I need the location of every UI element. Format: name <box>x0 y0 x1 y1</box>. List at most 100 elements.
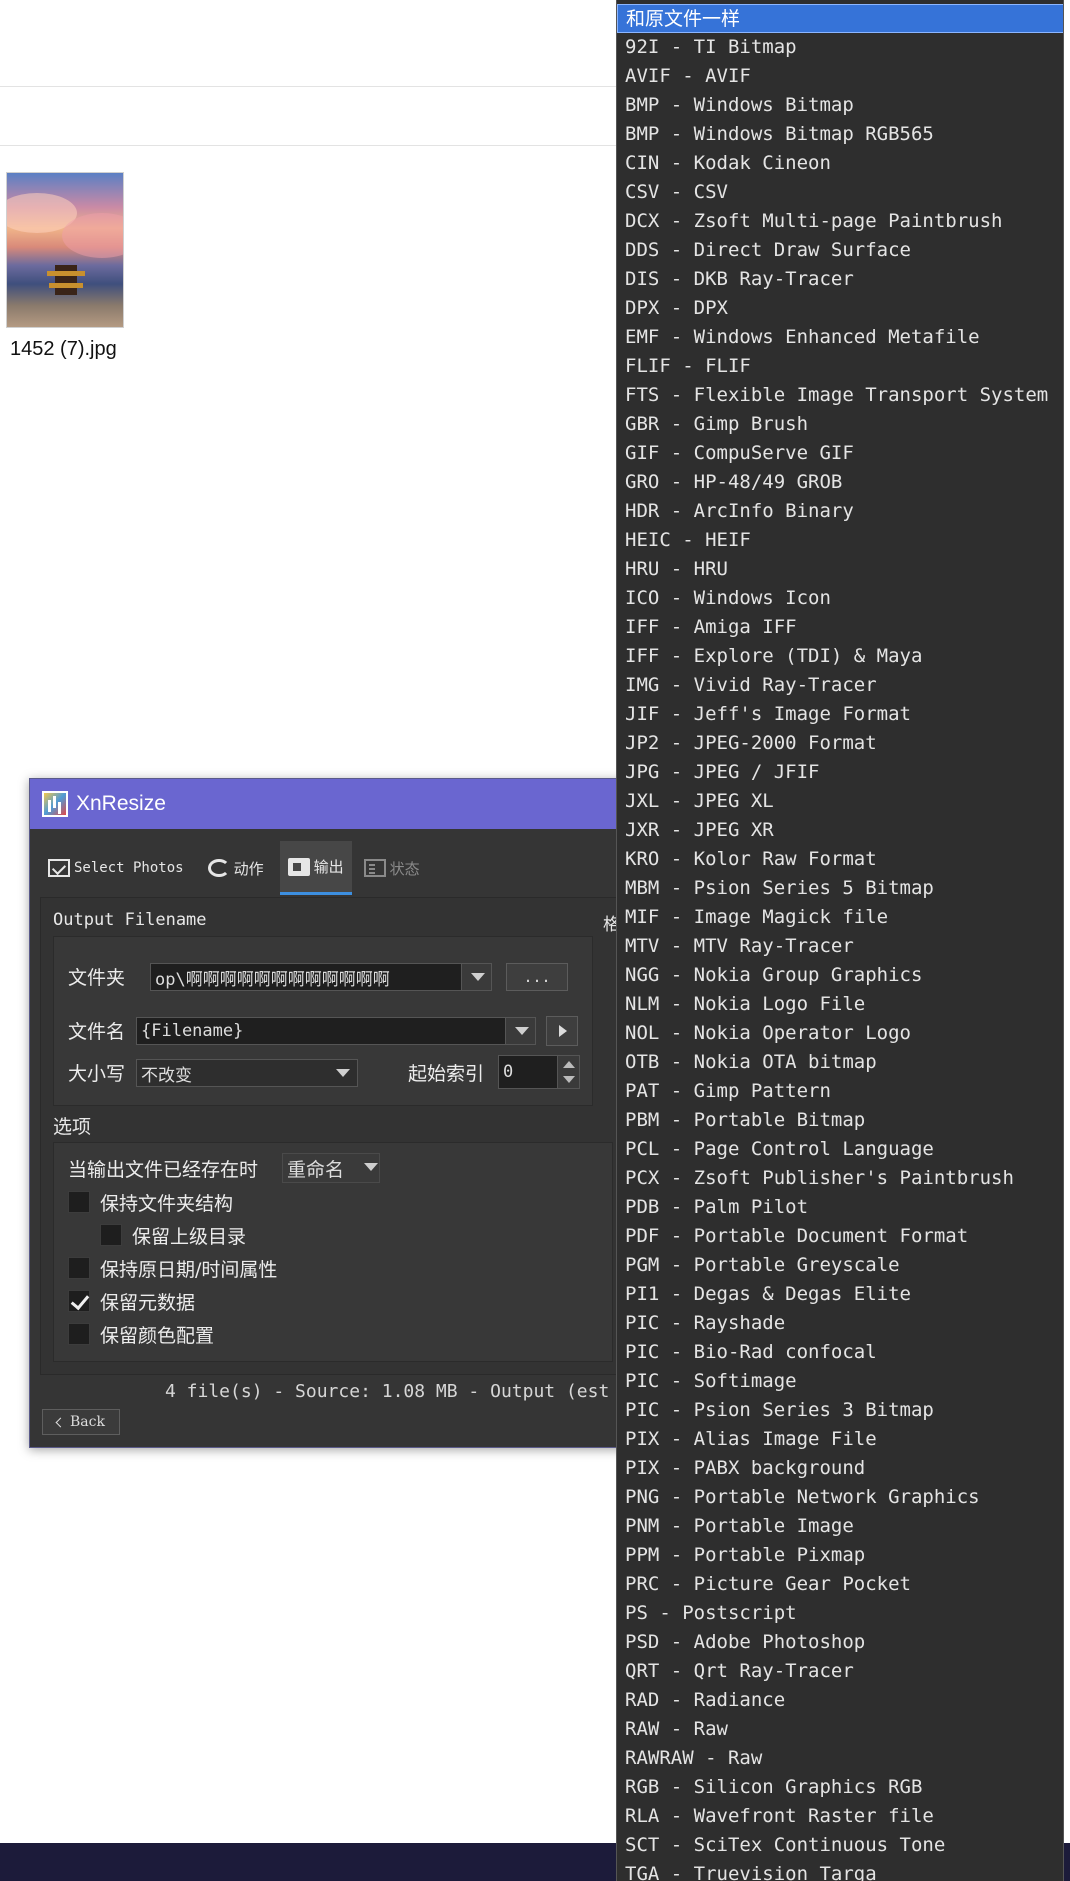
tab-action[interactable]: 动作 <box>200 841 272 895</box>
format-option[interactable]: CSV - CSV <box>617 178 1063 207</box>
format-option[interactable]: DPX - DPX <box>617 294 1063 323</box>
keep-color-profile-checkbox[interactable] <box>68 1323 90 1345</box>
format-option[interactable]: GBR - Gimp Brush <box>617 410 1063 439</box>
format-option[interactable]: PAT - Gimp Pattern <box>617 1077 1063 1106</box>
format-option[interactable]: PIX - Alias Image File <box>617 1425 1063 1454</box>
image-thumbnail[interactable] <box>6 172 124 328</box>
format-option[interactable]: PIC - Softimage <box>617 1367 1063 1396</box>
format-option[interactable]: PSD - Adobe Photoshop <box>617 1628 1063 1657</box>
format-option[interactable]: NLM - Nokia Logo File <box>617 990 1063 1019</box>
format-option[interactable]: SCT - SciTex Continuous Tone <box>617 1831 1063 1860</box>
format-option[interactable]: CIN - Kodak Cineon <box>617 149 1063 178</box>
format-option[interactable]: PPM - Portable Pixmap <box>617 1541 1063 1570</box>
format-option[interactable]: MTV - MTV Ray-Tracer <box>617 932 1063 961</box>
format-option[interactable]: PIX - PABX background <box>617 1454 1063 1483</box>
browse-button[interactable]: ... <box>506 963 568 991</box>
format-option[interactable]: BMP - Windows Bitmap <box>617 91 1063 120</box>
keep-parent-dir-checkbox[interactable] <box>100 1224 122 1246</box>
format-option[interactable]: 92I - TI Bitmap <box>617 33 1063 62</box>
format-option[interactable]: IFF - Amiga IFF <box>617 613 1063 642</box>
format-option[interactable]: RAW - Raw <box>617 1715 1063 1744</box>
format-option[interactable]: RGB - Silicon Graphics RGB <box>617 1773 1063 1802</box>
format-option[interactable]: PBM - Portable Bitmap <box>617 1106 1063 1135</box>
format-option[interactable]: JIF - Jeff's Image Format <box>617 700 1063 729</box>
format-option[interactable]: IFF - Explore (TDI) & Maya <box>617 642 1063 671</box>
format-option[interactable]: EMF - Windows Enhanced Metafile <box>617 323 1063 352</box>
format-option[interactable]: JXL - JPEG XL <box>617 787 1063 816</box>
filename-combo[interactable]: {Filename} <box>136 1017 536 1045</box>
keep-folder-structure-checkbox[interactable] <box>68 1191 90 1213</box>
thumbnail-filename[interactable]: 1452 (7).jpg <box>10 338 117 361</box>
tab-output[interactable]: 输出 <box>279 841 352 895</box>
format-option[interactable]: KRO - Kolor Raw Format <box>617 845 1063 874</box>
output-filename-title: Output Filename <box>53 910 207 930</box>
back-button[interactable]: Back <box>42 1409 120 1435</box>
format-option[interactable]: PIC - Bio-Rad confocal <box>617 1338 1063 1367</box>
start-index-spinbox[interactable]: 0 <box>498 1055 580 1089</box>
format-option[interactable]: PCL - Page Control Language <box>617 1135 1063 1164</box>
output-filename-group: 文件夹 op\啊啊啊啊啊啊啊啊啊啊啊啊 ... 文件名 {Filename} 大… <box>53 936 593 1106</box>
format-option[interactable]: NOL - Nokia Operator Logo <box>617 1019 1063 1048</box>
file-exists-value: 重命名 <box>287 1158 345 1181</box>
format-option[interactable]: JXR - JPEG XR <box>617 816 1063 845</box>
format-option[interactable]: PS - Postscript <box>617 1599 1063 1628</box>
format-option[interactable]: FLIF - FLIF <box>617 352 1063 381</box>
format-option[interactable]: GRO - HP-48/49 GROB <box>617 468 1063 497</box>
format-option[interactable]: PIC - Psion Series 3 Bitmap <box>617 1396 1063 1425</box>
app-icon <box>42 791 68 817</box>
tab-select-photos[interactable]: Select Photos <box>40 841 192 895</box>
tab-action-label: 动作 <box>233 859 264 878</box>
chevron-down-icon <box>327 1060 357 1086</box>
format-option[interactable]: OTB - Nokia OTA bitmap <box>617 1048 1063 1077</box>
format-option[interactable]: AVIF - AVIF <box>617 62 1063 91</box>
explorer-divider-bottom <box>0 145 616 146</box>
keep-datetime-checkbox[interactable] <box>68 1257 90 1279</box>
case-label: 大小写 <box>68 1063 126 1085</box>
select-photos-icon <box>48 859 70 877</box>
format-option[interactable]: BMP - Windows Bitmap RGB565 <box>617 120 1063 149</box>
format-option[interactable]: DDS - Direct Draw Surface <box>617 236 1063 265</box>
format-option[interactable]: PI1 - Degas & Degas Elite <box>617 1280 1063 1309</box>
status-summary: 4 file(s) - Source: 1.08 MB - Output (es… <box>165 1381 610 1402</box>
format-option[interactable]: PIC - Rayshade <box>617 1309 1063 1338</box>
format-option[interactable]: QRT - Qrt Ray-Tracer <box>617 1657 1063 1686</box>
format-option[interactable]: IMG - Vivid Ray-Tracer <box>617 671 1063 700</box>
format-option[interactable]: ICO - Windows Icon <box>617 584 1063 613</box>
spin-arrows-icon[interactable] <box>557 1056 579 1088</box>
folder-combo[interactable]: op\啊啊啊啊啊啊啊啊啊啊啊啊 <box>150 963 492 991</box>
format-option[interactable]: FTS - Flexible Image Transport System <box>617 381 1063 410</box>
insert-variable-button[interactable] <box>546 1016 578 1046</box>
format-option[interactable]: PNM - Portable Image <box>617 1512 1063 1541</box>
format-option[interactable]: TGA - Truevision Targa <box>617 1860 1063 1881</box>
format-option[interactable]: DIS - DKB Ray-Tracer <box>617 265 1063 294</box>
format-option[interactable]: PCX - Zsoft Publisher's Paintbrush <box>617 1164 1063 1193</box>
format-option[interactable]: PGM - Portable Greyscale <box>617 1251 1063 1280</box>
format-option[interactable]: RAWRAW - Raw <box>617 1744 1063 1773</box>
title-bar[interactable]: XnResize <box>30 779 628 829</box>
case-combo[interactable]: 不改变 <box>136 1059 358 1087</box>
format-option[interactable]: GIF - CompuServe GIF <box>617 439 1063 468</box>
format-option[interactable]: JP2 - JPEG-2000 Format <box>617 729 1063 758</box>
format-option[interactable]: PDB - Palm Pilot <box>617 1193 1063 1222</box>
tab-status[interactable]: 状态 <box>356 841 428 895</box>
format-option[interactable]: HRU - HRU <box>617 555 1063 584</box>
format-option[interactable]: HDR - ArcInfo Binary <box>617 497 1063 526</box>
format-option[interactable]: RAD - Radiance <box>617 1686 1063 1715</box>
format-option[interactable]: JPG - JPEG / JFIF <box>617 758 1063 787</box>
format-option[interactable]: PNG - Portable Network Graphics <box>617 1483 1063 1512</box>
keep-metadata-checkbox[interactable] <box>68 1290 90 1312</box>
filename-label: 文件名 <box>68 1021 126 1043</box>
format-dropdown-list[interactable]: 和原文件一样 92I - TI Bitmap AVIF - AVIF BMP - Wi… <box>616 0 1064 1881</box>
file-exists-combo[interactable]: 重命名 <box>282 1153 380 1183</box>
format-option[interactable]: MBM - Psion Series 5 Bitmap <box>617 874 1063 903</box>
tab-output-label: 输出 <box>313 858 344 876</box>
format-option[interactable]: HEIC - HEIF <box>617 526 1063 555</box>
format-option[interactable]: PDF - Portable Document Format <box>617 1222 1063 1251</box>
format-option[interactable]: NGG - Nokia Group Graphics <box>617 961 1063 990</box>
format-option-selected[interactable]: 和原文件一样 <box>617 4 1063 33</box>
format-option[interactable]: RLA - Wavefront Raster file <box>617 1802 1063 1831</box>
format-option[interactable]: PRC - Picture Gear Pocket <box>617 1570 1063 1599</box>
format-option[interactable]: MIF - Image Magick file <box>617 903 1063 932</box>
format-option[interactable]: DCX - Zsoft Multi-page Paintbrush <box>617 207 1063 236</box>
keep-parent-dir-label: 保留上级目录 <box>132 1226 247 1248</box>
